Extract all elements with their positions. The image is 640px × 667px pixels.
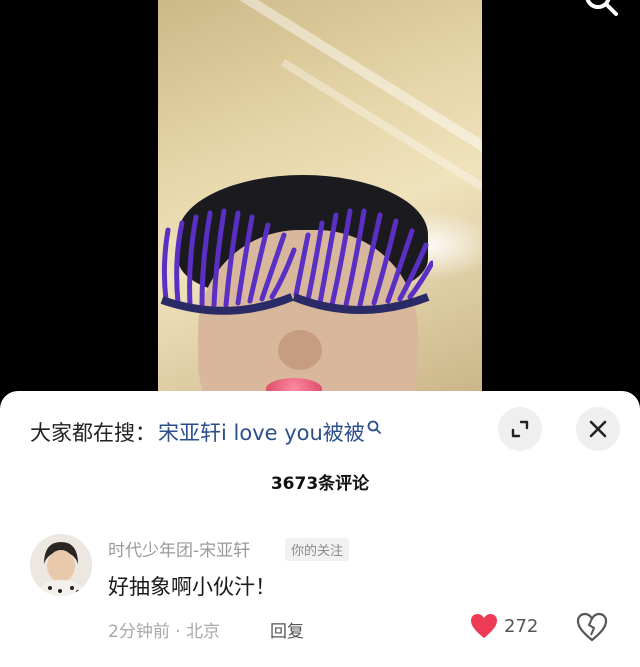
avatar[interactable] <box>30 534 92 596</box>
trending-search-term[interactable]: 宋亚轩i love you被被 <box>158 417 365 447</box>
reply-button[interactable]: 回复 <box>270 617 304 642</box>
eyelash-effect-right <box>292 208 433 314</box>
comment-item: 时代少年团-宋亚轩 你的关注 好抽象啊小伙汁！ 2分钟前 · 北京 回复 272 <box>0 531 640 651</box>
comment-text[interactable]: 好抽象啊小伙汁！ <box>108 571 276 601</box>
heart-icon <box>471 614 497 638</box>
video-frame <box>158 0 482 400</box>
trending-search-prefix: 大家都在搜： <box>30 421 156 445</box>
eyelash-effect-left <box>160 208 297 315</box>
video-player[interactable] <box>0 0 640 400</box>
avatar-image <box>30 534 92 596</box>
close-button[interactable] <box>576 407 620 451</box>
comment-author[interactable]: 时代少年团-宋亚轩 <box>108 536 250 561</box>
search-icon[interactable] <box>584 0 618 20</box>
broken-heart-icon[interactable] <box>576 611 608 643</box>
comment-time-location: 2分钟前 · 北京 <box>108 622 221 642</box>
like-button[interactable]: 272 <box>470 613 538 639</box>
search-icon <box>367 420 381 434</box>
close-icon <box>589 420 607 438</box>
comment-count: 3673条评论 <box>270 474 370 494</box>
expand-icon <box>511 420 529 438</box>
follow-badge: 你的关注 <box>285 538 350 561</box>
expand-button[interactable] <box>498 407 542 451</box>
comments-sheet: 大家都在搜： 宋亚轩i love you被被 3673条评论 时代少年团-宋亚轩… <box>0 391 640 667</box>
trending-search[interactable]: 大家都在搜： 宋亚轩i love you被被 <box>30 417 381 447</box>
nose <box>278 330 322 370</box>
like-count: 272 <box>504 615 539 637</box>
